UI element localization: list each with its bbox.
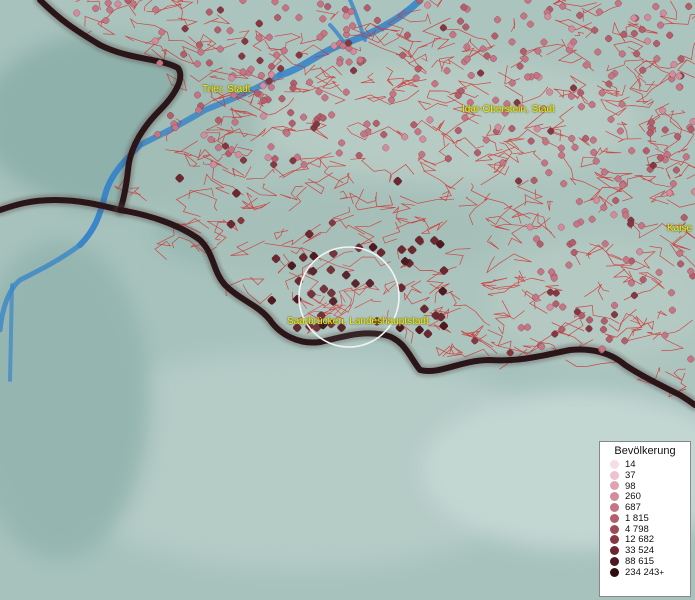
- legend-label: 14: [625, 458, 636, 470]
- legend-label: 98: [625, 480, 636, 492]
- legend-items: 14 37 98 260 687 1 815 4 798 12 682 33 524 88 615…: [604, 459, 686, 578]
- legend-item: 260: [604, 491, 686, 502]
- map-view[interactable]: Trier, Stadt Idar-Oberstein, Stadt Saarb…: [0, 0, 695, 600]
- legend-dot: [610, 470, 619, 480]
- legend-label: 12 682: [625, 534, 655, 546]
- legend-label: 88 615: [625, 556, 655, 568]
- legend-dot: [610, 459, 619, 469]
- legend-item: 687: [604, 502, 686, 513]
- population-legend: Bevölkerung 14 37 98 260 687 1 815 4 798 12 682…: [599, 441, 691, 597]
- legend-dot: [610, 492, 619, 502]
- legend-dot: [610, 557, 619, 567]
- legend-item: 98: [604, 481, 686, 492]
- legend-item: 88 615: [604, 556, 686, 567]
- map-canvas: [0, 0, 695, 600]
- legend-item: 33 524: [604, 545, 686, 556]
- legend-suffix: +: [659, 567, 665, 577]
- selection-circle[interactable]: [298, 246, 400, 348]
- legend-label: 687: [625, 502, 641, 514]
- legend-dot: [610, 503, 619, 513]
- legend-dot: [610, 567, 619, 577]
- legend-label: 4 798: [625, 523, 649, 535]
- legend-label: 33 524: [625, 545, 655, 557]
- legend-dot: [610, 524, 619, 534]
- legend-dot: [610, 546, 619, 556]
- legend-item: 14: [604, 459, 686, 470]
- legend-dot: [610, 481, 619, 491]
- legend-item: 234 243 +: [604, 567, 686, 578]
- legend-title: Bevölkerung: [614, 445, 676, 457]
- legend-dot: [610, 535, 619, 545]
- legend-item: 37: [604, 470, 686, 481]
- legend-item: 4 798: [604, 524, 686, 535]
- legend-dot: [610, 513, 619, 523]
- legend-label: 234 243: [625, 566, 660, 578]
- legend-item: 1 815: [604, 513, 686, 524]
- legend-label: 37: [625, 469, 636, 481]
- legend-label: 260: [625, 491, 641, 503]
- legend-item: 12 682: [604, 534, 686, 546]
- legend-label: 1 815: [625, 512, 649, 524]
